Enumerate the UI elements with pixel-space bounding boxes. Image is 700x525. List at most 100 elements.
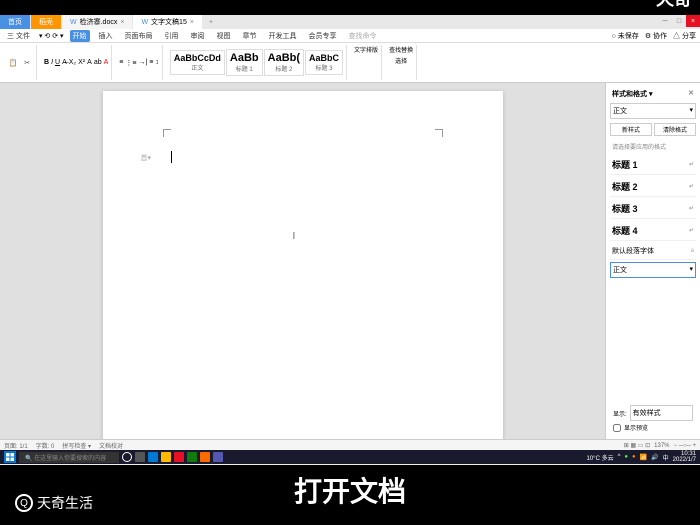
brand-watermark: Q 天奇生活 <box>15 493 93 513</box>
margin-marker <box>163 129 171 137</box>
styles-panel: 样式和格式 ▾ ✕ 正文▾ 新样式 清除格式 请选择要应用的格式 标题 1↵ 标… <box>605 83 700 439</box>
spellcheck-toggle[interactable]: 拼写检查 ▾ <box>62 441 91 450</box>
taskview-icon[interactable] <box>135 452 145 462</box>
proofing-button[interactable]: 文档校对 <box>99 441 123 450</box>
align-button[interactable]: ≡ <box>149 59 153 66</box>
spacing-button[interactable]: ↕ <box>155 59 159 66</box>
preview-checkbox[interactable] <box>613 424 621 432</box>
word-count: 字数: 0 <box>36 441 55 450</box>
tray-icon[interactable]: ^ <box>618 454 621 460</box>
style-default-font[interactable]: 默认段落字体a <box>610 243 696 260</box>
tab-doc1[interactable]: W检济寨.docx× <box>62 15 132 29</box>
start-button[interactable] <box>4 451 16 463</box>
maximize-button[interactable]: □ <box>672 15 686 27</box>
clock-date[interactable]: 2022/1/7 <box>673 457 696 463</box>
underline-button[interactable]: U <box>55 59 60 66</box>
tab-home[interactable]: 首页 <box>0 15 30 29</box>
indent-button[interactable]: →| <box>138 59 147 66</box>
text-cursor <box>171 151 172 163</box>
network-icon[interactable]: 📶 <box>640 454 647 461</box>
panel-title-text: 样式和格式 ▾ <box>612 89 652 99</box>
video-subtitle: 打开文档 <box>294 470 406 510</box>
unsaved-indicator: ○ 未保存 <box>612 31 639 41</box>
menu-member[interactable]: 会员专享 <box>306 30 340 42</box>
show-filter-dropdown[interactable]: 有效样式 <box>630 405 693 421</box>
text-layout-button[interactable]: 文字排版 <box>354 45 378 54</box>
menu-layout[interactable]: 页面布局 <box>122 30 156 42</box>
brand-icon: Q <box>15 494 33 512</box>
new-tab-button[interactable]: + <box>203 17 219 28</box>
numlist-button[interactable]: ⋮≡ <box>125 59 136 67</box>
cortana-icon[interactable] <box>122 452 132 462</box>
clear-format-button[interactable]: 清除格式 <box>654 123 696 136</box>
edge-icon[interactable] <box>148 452 158 462</box>
style-gallery[interactable]: AaBbCcDd正文 AaBb标题 1 AaBb(标题 2 AaBbC标题 3 <box>167 45 347 80</box>
content-area: 首▾ I 样式和格式 ▾ ✕ 正文▾ 新样式 清除格式 请选择要应用的格式 标题… <box>0 83 700 439</box>
current-style-dropdown[interactable]: 正文▾ <box>610 103 696 119</box>
sub-button[interactable]: X₂ <box>69 59 76 66</box>
zoom-slider[interactable]: − ─○─ + <box>674 443 696 449</box>
minimize-button[interactable]: ─ <box>658 15 672 27</box>
show-label: 显示: <box>613 409 627 418</box>
menu-ref[interactable]: 引用 <box>162 30 182 42</box>
style-body-selected[interactable]: 正文▾ <box>610 262 696 278</box>
tab-doc2-active[interactable]: W文字文稿15× <box>133 15 202 29</box>
title-bar: 首页 稻壳 W检济寨.docx× W文字文稿15× + ─ □ × <box>0 15 700 29</box>
document-page[interactable]: 首▾ I <box>103 91 503 439</box>
menu-start[interactable]: 开始 <box>70 30 90 42</box>
wps-icon[interactable] <box>200 452 210 462</box>
menu-review[interactable]: 审阅 <box>188 30 208 42</box>
find-replace-button[interactable]: 查找替换 <box>389 45 413 54</box>
style-heading4[interactable]: 标题 4↵ <box>610 221 696 241</box>
close-icon[interactable]: × <box>120 19 124 26</box>
app-window: 首页 稻壳 W检济寨.docx× W文字文稿15× + ─ □ × 三 文件 ▾… <box>0 15 700 465</box>
menu-bar: 三 文件 ▾ ⟲ ⟳ ▾ 开始 插入 页面布局 引用 审阅 视图 章节 开发工具… <box>0 29 700 43</box>
app-icon[interactable] <box>213 452 223 462</box>
select-button[interactable]: 选择 <box>395 56 407 65</box>
margin-marker <box>435 129 443 137</box>
watermark-logo: 天奇 <box>656 0 692 11</box>
volume-icon[interactable]: 🔊 <box>651 454 658 461</box>
menu-file[interactable]: 三 文件 <box>4 30 33 42</box>
clear-format-button[interactable]: A <box>87 59 92 66</box>
font-color-button[interactable]: A <box>104 59 109 66</box>
paste-button[interactable]: 📋 <box>7 57 19 69</box>
close-icon[interactable]: × <box>190 19 194 26</box>
view-buttons[interactable]: ⊞ ▦ ▭ ⊡ <box>624 442 650 449</box>
tray-icon[interactable]: ● <box>624 454 628 460</box>
sup-button[interactable]: X² <box>78 59 85 66</box>
style-heading1[interactable]: 标题 1↵ <box>610 155 696 175</box>
bold-button[interactable]: B <box>44 59 49 66</box>
menu-section[interactable]: 章节 <box>240 30 260 42</box>
menu-insert[interactable]: 插入 <box>96 30 116 42</box>
italic-button[interactable]: I <box>51 59 53 66</box>
highlight-button[interactable]: ab <box>94 59 102 66</box>
style-heading2[interactable]: 标题 2↵ <box>610 177 696 197</box>
weather-widget[interactable]: 10°C 多云 <box>587 453 614 462</box>
strike-button[interactable]: A̶ <box>62 59 67 66</box>
document-canvas[interactable]: 首▾ I <box>0 83 605 439</box>
page-indicator: 首▾ <box>141 153 152 163</box>
zoom-level[interactable]: 137% <box>654 443 669 449</box>
panel-close-button[interactable]: ✕ <box>688 89 694 99</box>
style-heading3[interactable]: 标题 3↵ <box>610 199 696 219</box>
share-button[interactable]: △ 分享 <box>673 31 696 41</box>
app-icon[interactable] <box>187 452 197 462</box>
taskbar-search[interactable]: 🔍 在这里输入你要搜索的内容 <box>19 452 119 463</box>
cut-button[interactable]: ✂ <box>21 57 33 69</box>
new-style-button[interactable]: 新样式 <box>610 123 652 136</box>
menu-dev[interactable]: 开发工具 <box>266 30 300 42</box>
close-button[interactable]: × <box>686 15 700 27</box>
tray-icon[interactable]: ● <box>632 454 636 460</box>
panel-hint: 请选择要应用的格式 <box>610 140 696 153</box>
ime-icon[interactable]: 中 <box>663 453 669 462</box>
ibeam-cursor-icon: I <box>293 231 296 242</box>
tab-docer[interactable]: 稻壳 <box>31 15 61 29</box>
coop-button[interactable]: ⚙ 协作 <box>645 31 667 41</box>
app-icon[interactable] <box>174 452 184 462</box>
list-button[interactable]: ≡ <box>119 59 123 66</box>
explorer-icon[interactable] <box>161 452 171 462</box>
menu-view[interactable]: 视图 <box>214 30 234 42</box>
search-command[interactable]: 查找命令 <box>346 30 380 42</box>
ribbon-toolbar: 📋 ✂ B I U A̶ X₂ X² A ab A ≡ ⋮≡ →| ≡ ↕ Aa… <box>0 43 700 83</box>
